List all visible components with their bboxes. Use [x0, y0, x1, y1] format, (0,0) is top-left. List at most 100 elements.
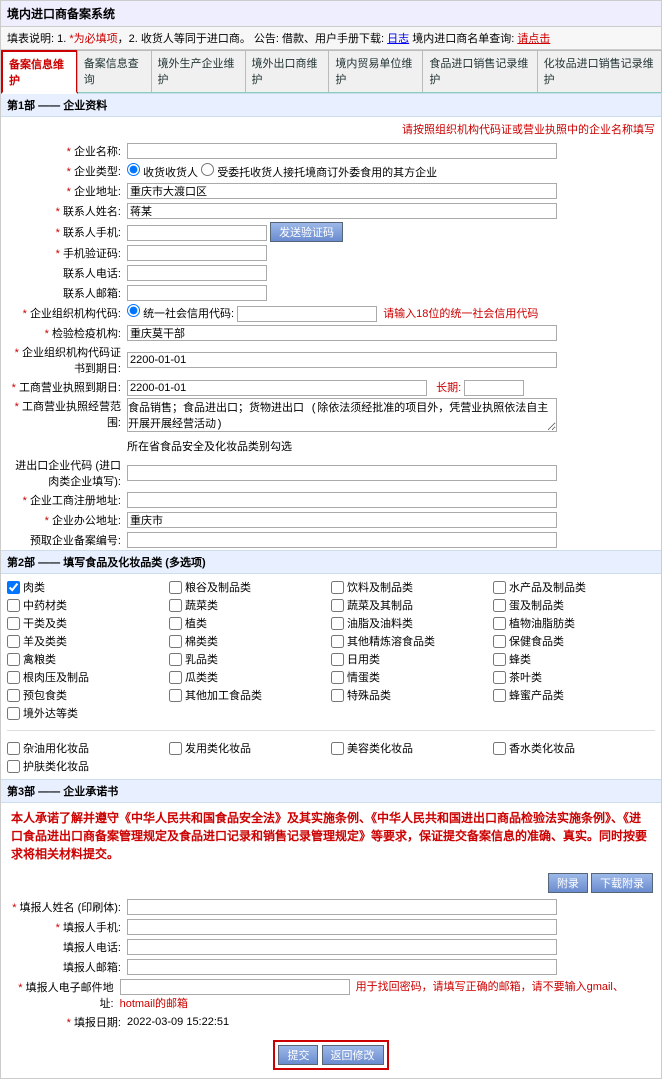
category-checkbox[interactable]: [169, 599, 182, 612]
category-item[interactable]: 蛋及制品类: [493, 596, 655, 614]
category-item[interactable]: 饮料及制品类: [331, 578, 493, 596]
category-item[interactable]: 瓜类类: [169, 668, 331, 686]
category-item[interactable]: 禽粮类: [7, 650, 169, 668]
category-checkbox[interactable]: [7, 599, 20, 612]
category-item[interactable]: 乳品类: [169, 650, 331, 668]
category-checkbox[interactable]: [169, 617, 182, 630]
category-item[interactable]: 油脂及油料类: [331, 614, 493, 632]
tab-food-import-record[interactable]: 食品进口销售记录维护: [422, 50, 537, 92]
category-item[interactable]: 香水类化妆品: [493, 739, 655, 757]
tab-domestic-trade[interactable]: 境内贸易单位维护: [328, 50, 423, 92]
input-r-mobile[interactable]: [127, 919, 557, 935]
category-item[interactable]: 粮谷及制品类: [169, 578, 331, 596]
category-item[interactable]: 日用类: [331, 650, 493, 668]
category-item[interactable]: 肉类: [7, 578, 169, 596]
category-item[interactable]: 棉类类: [169, 632, 331, 650]
category-checkbox[interactable]: [493, 599, 506, 612]
radio-unified[interactable]: [127, 304, 140, 317]
category-checkbox[interactable]: [493, 671, 506, 684]
category-item[interactable]: 植类: [169, 614, 331, 632]
tab-register-info[interactable]: 备案信息维护: [1, 50, 78, 94]
input-office[interactable]: [127, 512, 557, 528]
category-item[interactable]: 特殊品类: [331, 686, 493, 704]
category-item[interactable]: 植物油脂肪类: [493, 614, 655, 632]
tab-foreign-exporter[interactable]: 境外出口商维护: [245, 50, 330, 92]
category-item[interactable]: 根肉压及制品: [7, 668, 169, 686]
category-checkbox[interactable]: [7, 635, 20, 648]
category-item[interactable]: 预包食类: [7, 686, 169, 704]
category-checkbox[interactable]: [7, 653, 20, 666]
input-address[interactable]: [127, 183, 557, 199]
category-item[interactable]: 羊及类类: [7, 632, 169, 650]
input-r-name[interactable]: [127, 899, 557, 915]
category-checkbox[interactable]: [331, 581, 344, 594]
radio-type2[interactable]: [201, 163, 214, 176]
category-checkbox[interactable]: [7, 760, 20, 773]
category-checkbox[interactable]: [7, 707, 20, 720]
input-company-name[interactable]: [127, 143, 557, 159]
category-checkbox[interactable]: [331, 742, 344, 755]
tab-cosmetic-import-record[interactable]: 化妆品进口销售记录维护: [537, 50, 662, 92]
radio-type1[interactable]: [127, 163, 140, 176]
tab-register-query[interactable]: 备案信息查询: [77, 50, 152, 92]
category-checkbox[interactable]: [331, 635, 344, 648]
input-long[interactable]: [464, 380, 524, 396]
category-checkbox[interactable]: [7, 581, 20, 594]
category-item[interactable]: 其他加工食品类: [169, 686, 331, 704]
category-checkbox[interactable]: [7, 742, 20, 755]
input-export-code[interactable]: [127, 465, 557, 481]
category-item[interactable]: 情蛋类: [331, 668, 493, 686]
category-checkbox[interactable]: [493, 581, 506, 594]
input-r-tel[interactable]: [127, 939, 557, 955]
input-inspect[interactable]: [127, 325, 557, 341]
btn-send-verify[interactable]: 发送验证码: [270, 222, 343, 242]
category-item[interactable]: 中药材类: [7, 596, 169, 614]
input-r-email2[interactable]: [120, 979, 350, 995]
category-checkbox[interactable]: [331, 599, 344, 612]
category-item[interactable]: 水产品及制品类: [493, 578, 655, 596]
category-checkbox[interactable]: [331, 671, 344, 684]
category-item[interactable]: 其他精炼溶食品类: [331, 632, 493, 650]
input-mobile[interactable]: [127, 225, 267, 241]
input-regaddr[interactable]: [127, 492, 557, 508]
input-orgdate[interactable]: [127, 352, 557, 368]
category-checkbox[interactable]: [331, 653, 344, 666]
category-checkbox[interactable]: [7, 617, 20, 630]
category-checkbox[interactable]: [493, 742, 506, 755]
input-pre-code[interactable]: [127, 532, 557, 548]
category-item[interactable]: 蜂蜜产品类: [493, 686, 655, 704]
category-checkbox[interactable]: [493, 689, 506, 702]
input-tel[interactable]: [127, 265, 267, 281]
btn-submit[interactable]: 提交: [278, 1045, 318, 1065]
category-item[interactable]: 护肤类化妆品: [7, 757, 169, 775]
category-checkbox[interactable]: [169, 742, 182, 755]
input-email[interactable]: [127, 285, 267, 301]
input-r-email[interactable]: [127, 959, 557, 975]
btn-download-attach[interactable]: 下载附录: [591, 873, 653, 893]
btn-attach[interactable]: 附录: [548, 873, 588, 893]
category-item[interactable]: 干类及类: [7, 614, 169, 632]
category-checkbox[interactable]: [331, 617, 344, 630]
category-checkbox[interactable]: [169, 671, 182, 684]
input-contact[interactable]: [127, 203, 557, 219]
input-bizdate[interactable]: [127, 380, 427, 396]
category-checkbox[interactable]: [169, 689, 182, 702]
category-item[interactable]: 茶叶类: [493, 668, 655, 686]
category-checkbox[interactable]: [169, 653, 182, 666]
input-bizscope[interactable]: [127, 398, 557, 432]
category-item[interactable]: 杂油用化妆品: [7, 739, 169, 757]
category-checkbox[interactable]: [493, 653, 506, 666]
category-item[interactable]: 美容类化妆品: [331, 739, 493, 757]
category-item[interactable]: 蜂类: [493, 650, 655, 668]
tab-foreign-producer[interactable]: 境外生产企业维护: [151, 50, 246, 92]
category-item[interactable]: 保健食品类: [493, 632, 655, 650]
category-checkbox[interactable]: [493, 635, 506, 648]
category-item[interactable]: 蔬菜类: [169, 596, 331, 614]
btn-back[interactable]: 返回修改: [322, 1045, 384, 1065]
input-orgcode[interactable]: [237, 306, 377, 322]
category-checkbox[interactable]: [7, 689, 20, 702]
download-link[interactable]: 日志: [387, 33, 409, 45]
category-item[interactable]: 发用类化妆品: [169, 739, 331, 757]
category-checkbox[interactable]: [493, 617, 506, 630]
category-checkbox[interactable]: [169, 635, 182, 648]
